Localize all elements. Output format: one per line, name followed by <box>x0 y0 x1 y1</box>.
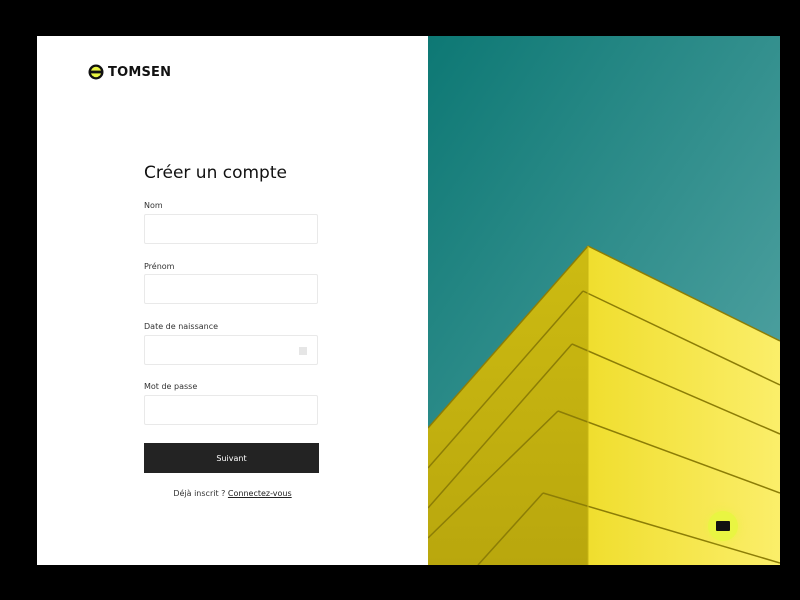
prenom-label: Prénom <box>144 262 175 271</box>
login-prompt-text: Déjà inscrit ? <box>173 489 226 498</box>
login-link[interactable]: Connectez-vous <box>228 489 292 498</box>
login-prompt: Déjà inscrit ? Connectez-vous <box>37 489 428 498</box>
nom-input[interactable] <box>144 214 318 244</box>
next-button[interactable]: Suivant <box>144 443 319 473</box>
hero-building-illustration <box>428 36 780 565</box>
nom-label: Nom <box>144 201 163 210</box>
password-input[interactable] <box>144 395 318 425</box>
logo-icon <box>88 64 104 80</box>
password-label: Mot de passe <box>144 382 198 391</box>
birthdate-input[interactable] <box>144 335 318 365</box>
birthdate-label: Date de naissance <box>144 322 219 331</box>
calendar-icon[interactable] <box>299 347 307 355</box>
signup-page: TOMSEN Créer un compte Nom Prénom Date d… <box>37 36 780 565</box>
signup-panel: TOMSEN Créer un compte Nom Prénom Date d… <box>37 36 428 565</box>
chat-button[interactable] <box>708 511 738 541</box>
hero-image <box>428 36 780 565</box>
brand-logo[interactable]: TOMSEN <box>88 64 171 80</box>
chat-icon <box>716 521 730 531</box>
brand-name: TOMSEN <box>108 64 172 80</box>
page-title: Créer un compte <box>144 163 287 183</box>
prenom-input[interactable] <box>144 274 318 304</box>
